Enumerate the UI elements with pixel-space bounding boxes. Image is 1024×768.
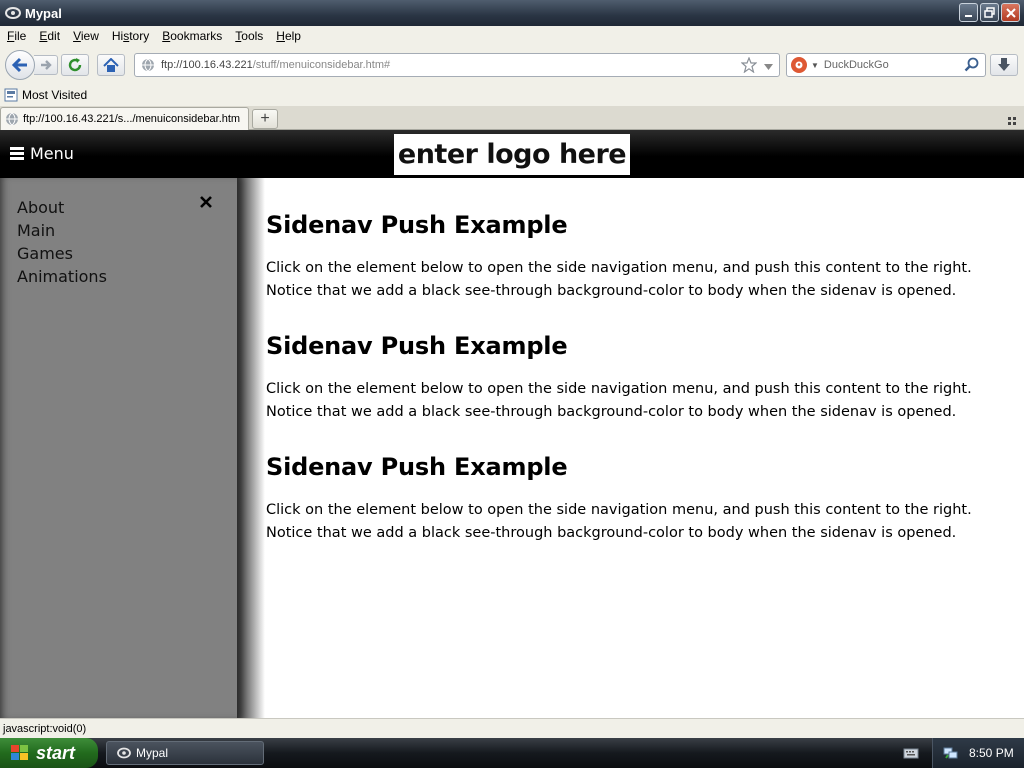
restore-button[interactable]: [980, 3, 999, 22]
most-visited-bookmark[interactable]: Most Visited: [22, 88, 87, 102]
window-titlebar[interactable]: Mypal: [0, 0, 1024, 26]
bookmarks-toolbar: Most Visited: [0, 84, 1024, 106]
menu-help[interactable]: Help: [269, 29, 307, 43]
close-window-button[interactable]: [1001, 3, 1020, 22]
back-button[interactable]: [5, 50, 35, 80]
sidenav: About Main Games Animations: [0, 178, 237, 718]
most-visited-icon: [4, 88, 18, 102]
section-body: Click on the element below to open the s…: [266, 502, 972, 541]
taskbar-item-label: Mypal: [136, 746, 169, 760]
back-arrow-icon: [11, 57, 27, 73]
duckduckgo-icon[interactable]: [791, 57, 807, 73]
home-icon: [103, 57, 119, 72]
menu-toggle-button[interactable]: Menu: [10, 144, 74, 163]
site-top-nav: Menu enter logo here: [0, 130, 1024, 178]
tab-strip: ftp://100.16.43.221/s.../menuiconsidebar…: [0, 106, 1024, 130]
start-label: start: [36, 742, 76, 763]
forward-arrow-icon: [40, 60, 52, 70]
globe-icon: [141, 58, 155, 72]
close-icon[interactable]: [199, 195, 213, 214]
url-text: ftp://100.16.43.221/stuff/menuiconsideba…: [161, 59, 391, 71]
download-button[interactable]: [990, 54, 1018, 76]
content-section: Sidenav Push Example Click on the elemen…: [266, 210, 1016, 331]
content-section: Sidenav Push Example Click on the elemen…: [266, 331, 1016, 452]
menu-history[interactable]: History: [105, 29, 155, 43]
section-body: Click on the element below to open the s…: [266, 381, 972, 420]
mypal-icon: [5, 5, 21, 21]
clock: 8:50 PM: [969, 746, 1014, 760]
status-bar: javascript:void(0): [0, 718, 1024, 738]
windows-logo-icon: [10, 744, 30, 762]
mypal-icon: [117, 747, 131, 759]
reload-button[interactable]: [61, 54, 89, 76]
search-placeholder: DuckDuckGo: [823, 59, 889, 71]
keyboard-icon[interactable]: [903, 746, 919, 765]
tab-title: ftp://100.16.43.221/s.../menuiconsidebar…: [23, 113, 241, 125]
tab-list-icon[interactable]: [1008, 113, 1018, 131]
forward-button[interactable]: [34, 55, 58, 75]
content-section: Sidenav Push Example Click on the elemen…: [266, 452, 1016, 573]
download-icon: [998, 58, 1010, 71]
search-engine-dropdown-icon[interactable]: ▼: [811, 61, 819, 70]
status-text: javascript:void(0): [3, 722, 87, 735]
menu-file[interactable]: File: [0, 29, 32, 43]
section-heading: Sidenav Push Example: [266, 332, 568, 360]
plus-icon: +: [260, 110, 270, 127]
sidenav-links: About Main Games Animations: [17, 196, 107, 288]
globe-icon: [5, 112, 19, 126]
menu-bookmarks[interactable]: Bookmarks: [155, 29, 228, 43]
window-title: Mypal: [25, 5, 62, 21]
taskbar: start Mypal 8:50 PM: [0, 738, 1024, 768]
section-heading: Sidenav Push Example: [266, 453, 568, 481]
taskbar-item-mypal[interactable]: Mypal: [106, 741, 264, 765]
start-button[interactable]: start: [0, 738, 98, 768]
menu-edit[interactable]: Edit: [32, 29, 66, 43]
menu-tools[interactable]: Tools: [228, 29, 269, 43]
site-logo: enter logo here: [394, 134, 630, 175]
network-icon[interactable]: [943, 746, 959, 760]
sidenav-link-about[interactable]: About: [17, 196, 107, 219]
tab-active[interactable]: ftp://100.16.43.221/s.../menuiconsidebar…: [0, 107, 249, 130]
star-icon[interactable]: [740, 56, 758, 76]
sidenav-link-games[interactable]: Games: [17, 242, 107, 265]
url-bar[interactable]: ftp://100.16.43.221/stuff/menuiconsideba…: [134, 53, 780, 77]
section-heading: Sidenav Push Example: [266, 211, 568, 239]
minimize-icon: [964, 14, 972, 17]
section-body: Click on the element below to open the s…: [266, 260, 972, 299]
restore-icon: [984, 7, 995, 18]
minimize-button[interactable]: [959, 3, 978, 22]
window-controls: [959, 3, 1020, 22]
main-content: Sidenav Push Example Click on the elemen…: [266, 210, 1016, 573]
new-tab-button[interactable]: +: [252, 109, 278, 129]
menu-view[interactable]: View: [66, 29, 105, 43]
reload-icon: [68, 58, 82, 72]
sidenav-shadow: [237, 178, 265, 718]
close-icon: [1005, 7, 1016, 18]
menu-bar: File Edit View History Bookmarks Tools H…: [0, 26, 1024, 46]
system-tray: 8:50 PM: [932, 738, 1024, 768]
navigation-toolbar: ftp://100.16.43.221/stuff/menuiconsideba…: [0, 46, 1024, 84]
page-viewport: Menu enter logo here About Main Games An…: [0, 130, 1024, 718]
home-button[interactable]: [97, 54, 125, 76]
menu-label: Menu: [30, 144, 74, 163]
search-icon[interactable]: [964, 57, 979, 75]
url-dropdown-icon[interactable]: [764, 61, 773, 73]
sidenav-link-animations[interactable]: Animations: [17, 265, 107, 288]
sidenav-link-main[interactable]: Main: [17, 219, 107, 242]
hamburger-icon: [10, 147, 24, 160]
search-bar[interactable]: ▼ DuckDuckGo: [786, 53, 986, 77]
